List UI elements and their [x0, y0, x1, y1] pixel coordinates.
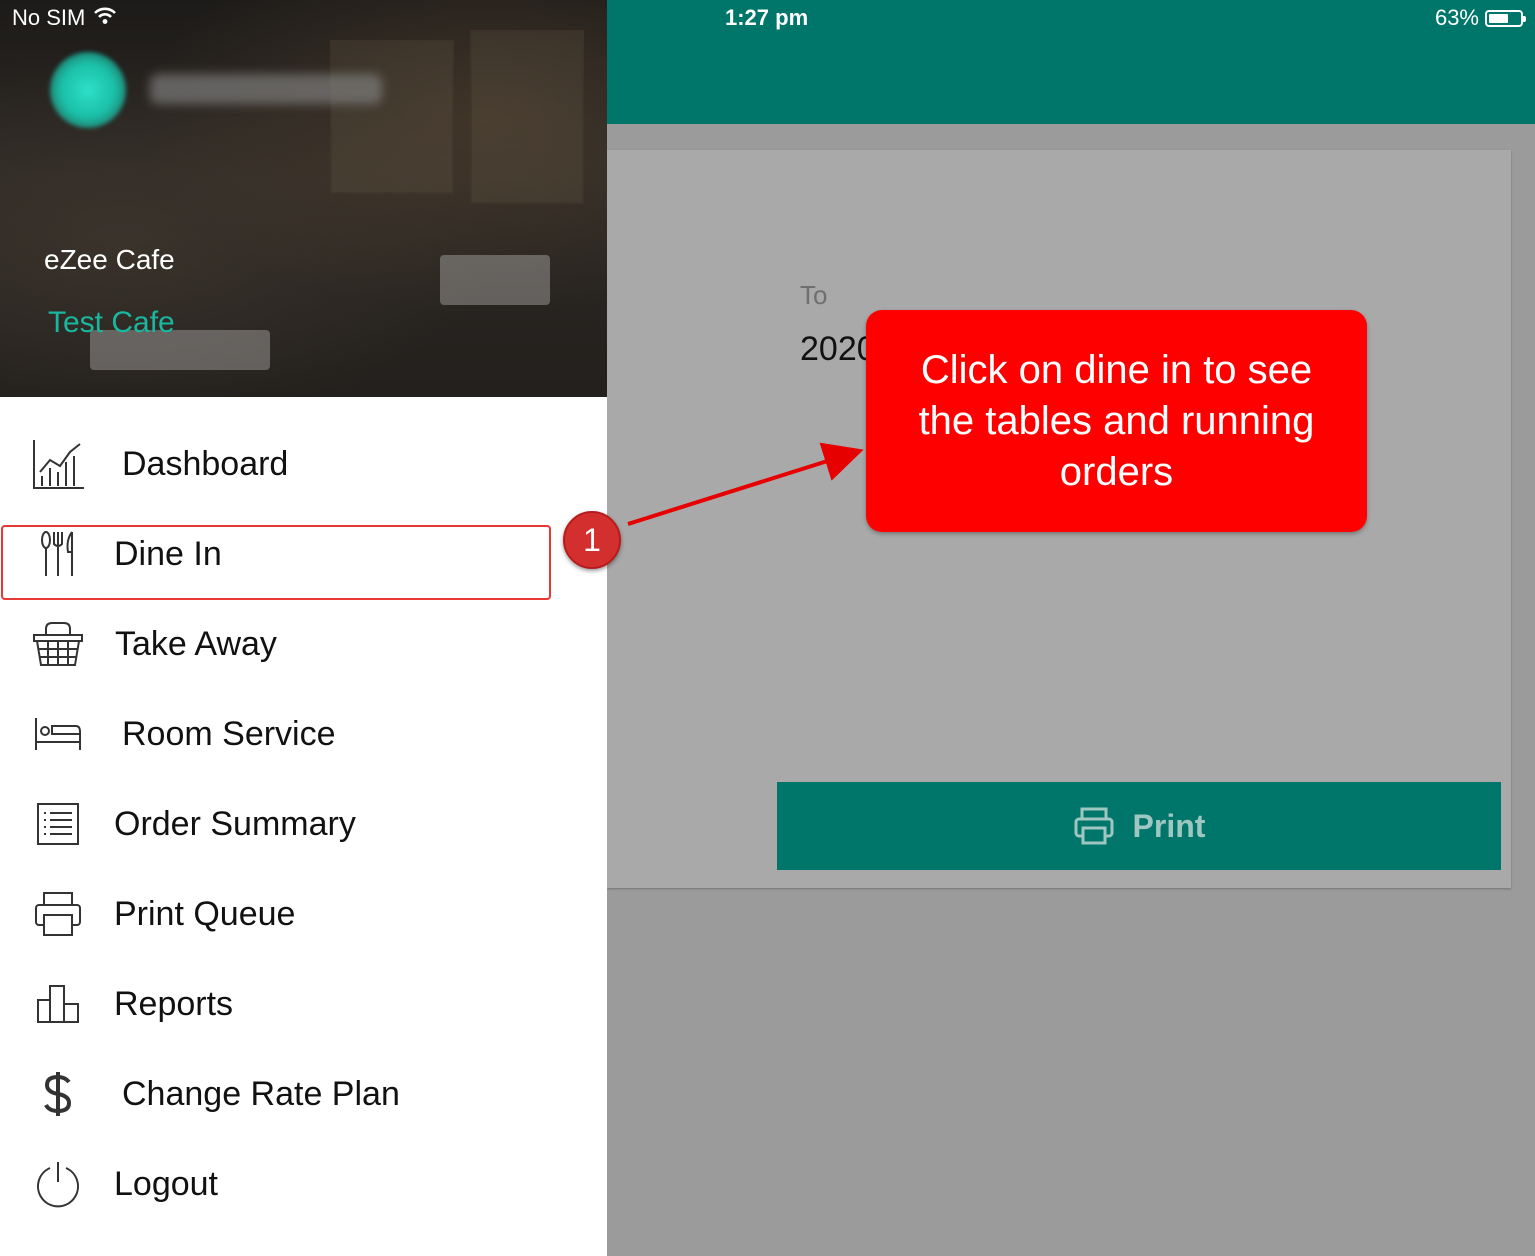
menu-item-order-summary[interactable]: Order Summary: [0, 779, 607, 869]
menu-item-label: Print Queue: [114, 894, 296, 933]
drawer-header: eZee Cafe Test Cafe: [0, 0, 607, 397]
avatar[interactable]: [50, 52, 126, 128]
clock: 1:27 pm: [725, 5, 809, 30]
bed-icon: [30, 706, 86, 762]
menu-item-label: Room Service: [122, 714, 336, 753]
step-marker: 1: [563, 511, 621, 569]
blurred-user-name: [150, 74, 382, 104]
outlet-name[interactable]: Test Cafe: [48, 306, 175, 340]
printer-icon: [30, 886, 86, 942]
menu-item-label: Dashboard: [122, 444, 289, 483]
printer-icon: [1073, 806, 1115, 846]
battery-percent: 63%: [1434, 5, 1479, 30]
menu-item-print-queue[interactable]: Print Queue: [0, 869, 607, 959]
background-window: [330, 40, 454, 194]
chart-icon: [30, 436, 86, 492]
carrier-label: No SIM: [12, 5, 86, 30]
background-table: [440, 255, 550, 305]
property-name: eZee Cafe: [44, 244, 175, 275]
print-button[interactable]: Print: [777, 782, 1501, 870]
wifi-icon: [93, 5, 117, 31]
menu-item-label: Take Away: [115, 624, 277, 663]
menu-item-reports[interactable]: Reports: [0, 959, 607, 1049]
basket-icon: [30, 616, 86, 672]
menu-item-label: Logout: [114, 1164, 218, 1203]
power-icon: [30, 1156, 86, 1212]
battery-icon: [1485, 9, 1526, 27]
dine-in-highlight-box: [1, 525, 551, 600]
to-date-label: To: [800, 280, 828, 310]
menu-item-dashboard[interactable]: Dashboard: [0, 419, 607, 509]
status-bar: No SIM 1:27 pm 63%: [0, 0, 1535, 36]
print-button-label: Print: [1132, 807, 1206, 844]
menu-item-label: Order Summary: [114, 804, 356, 843]
list-icon: [30, 796, 86, 852]
dollar-icon: [30, 1066, 86, 1122]
menu-item-take-away[interactable]: Take Away: [0, 599, 607, 689]
menu-item-room-service[interactable]: Room Service: [0, 689, 607, 779]
menu-item-logout[interactable]: Logout: [0, 1139, 607, 1229]
to-date-value[interactable]: 2020: [800, 330, 876, 369]
menu-item-label: Reports: [114, 984, 234, 1023]
instruction-callout: Click on dine in to see the tables and r…: [866, 310, 1367, 532]
navigation-drawer: eZee Cafe Test Cafe Dashboard Dine In Ta…: [0, 0, 607, 1256]
background-window: [470, 30, 584, 204]
menu-item-label: Change Rate Plan: [122, 1074, 400, 1113]
bar-chart-icon: [30, 976, 86, 1032]
menu-item-change-rate-plan[interactable]: Change Rate Plan: [0, 1049, 607, 1139]
